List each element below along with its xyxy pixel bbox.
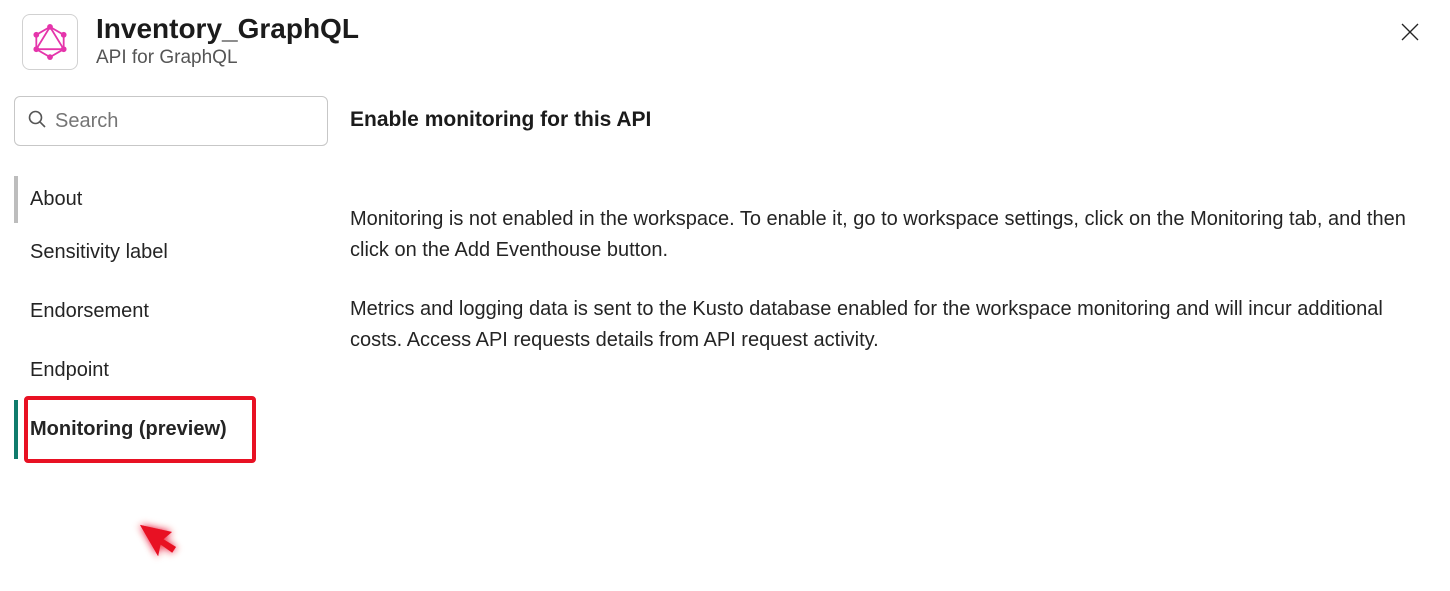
page-subtitle: API for GraphQL [96, 47, 1392, 69]
sidebar-item-label: Sensitivity label [30, 241, 168, 263]
annotation-cursor-icon [130, 512, 186, 573]
sidebar-item-monitoring[interactable]: Monitoring (preview) [14, 400, 340, 459]
content-paragraph-2: Metrics and logging data is sent to the … [350, 294, 1410, 356]
content-paragraph-1: Monitoring is not enabled in the workspa… [350, 204, 1410, 266]
graphql-icon [22, 14, 78, 70]
search-icon [27, 109, 47, 134]
sidebar-item-label: Endorsement [30, 300, 149, 322]
sidebar-item-about[interactable]: About [14, 176, 340, 223]
sidebar-item-label: Monitoring (preview) [30, 418, 227, 440]
sidebar-item-label: Endpoint [30, 359, 109, 381]
sidebar: About Sensitivity label Endorsement Endp… [0, 96, 340, 459]
sidebar-item-endorsement[interactable]: Endorsement [14, 282, 340, 341]
content-heading: Enable monitoring for this API [350, 108, 1410, 132]
search-input[interactable] [55, 110, 315, 133]
search-input-wrapper[interactable] [14, 96, 328, 146]
sidebar-item-sensitivity-label[interactable]: Sensitivity label [14, 223, 340, 282]
page-title: Inventory_GraphQL [96, 14, 1392, 45]
sidebar-item-label: About [30, 188, 82, 210]
close-icon[interactable] [1392, 14, 1428, 53]
content-panel: Enable monitoring for this API Monitorin… [340, 96, 1450, 459]
sidebar-item-endpoint[interactable]: Endpoint [14, 341, 340, 400]
header: Inventory_GraphQL API for GraphQL [0, 0, 1450, 76]
